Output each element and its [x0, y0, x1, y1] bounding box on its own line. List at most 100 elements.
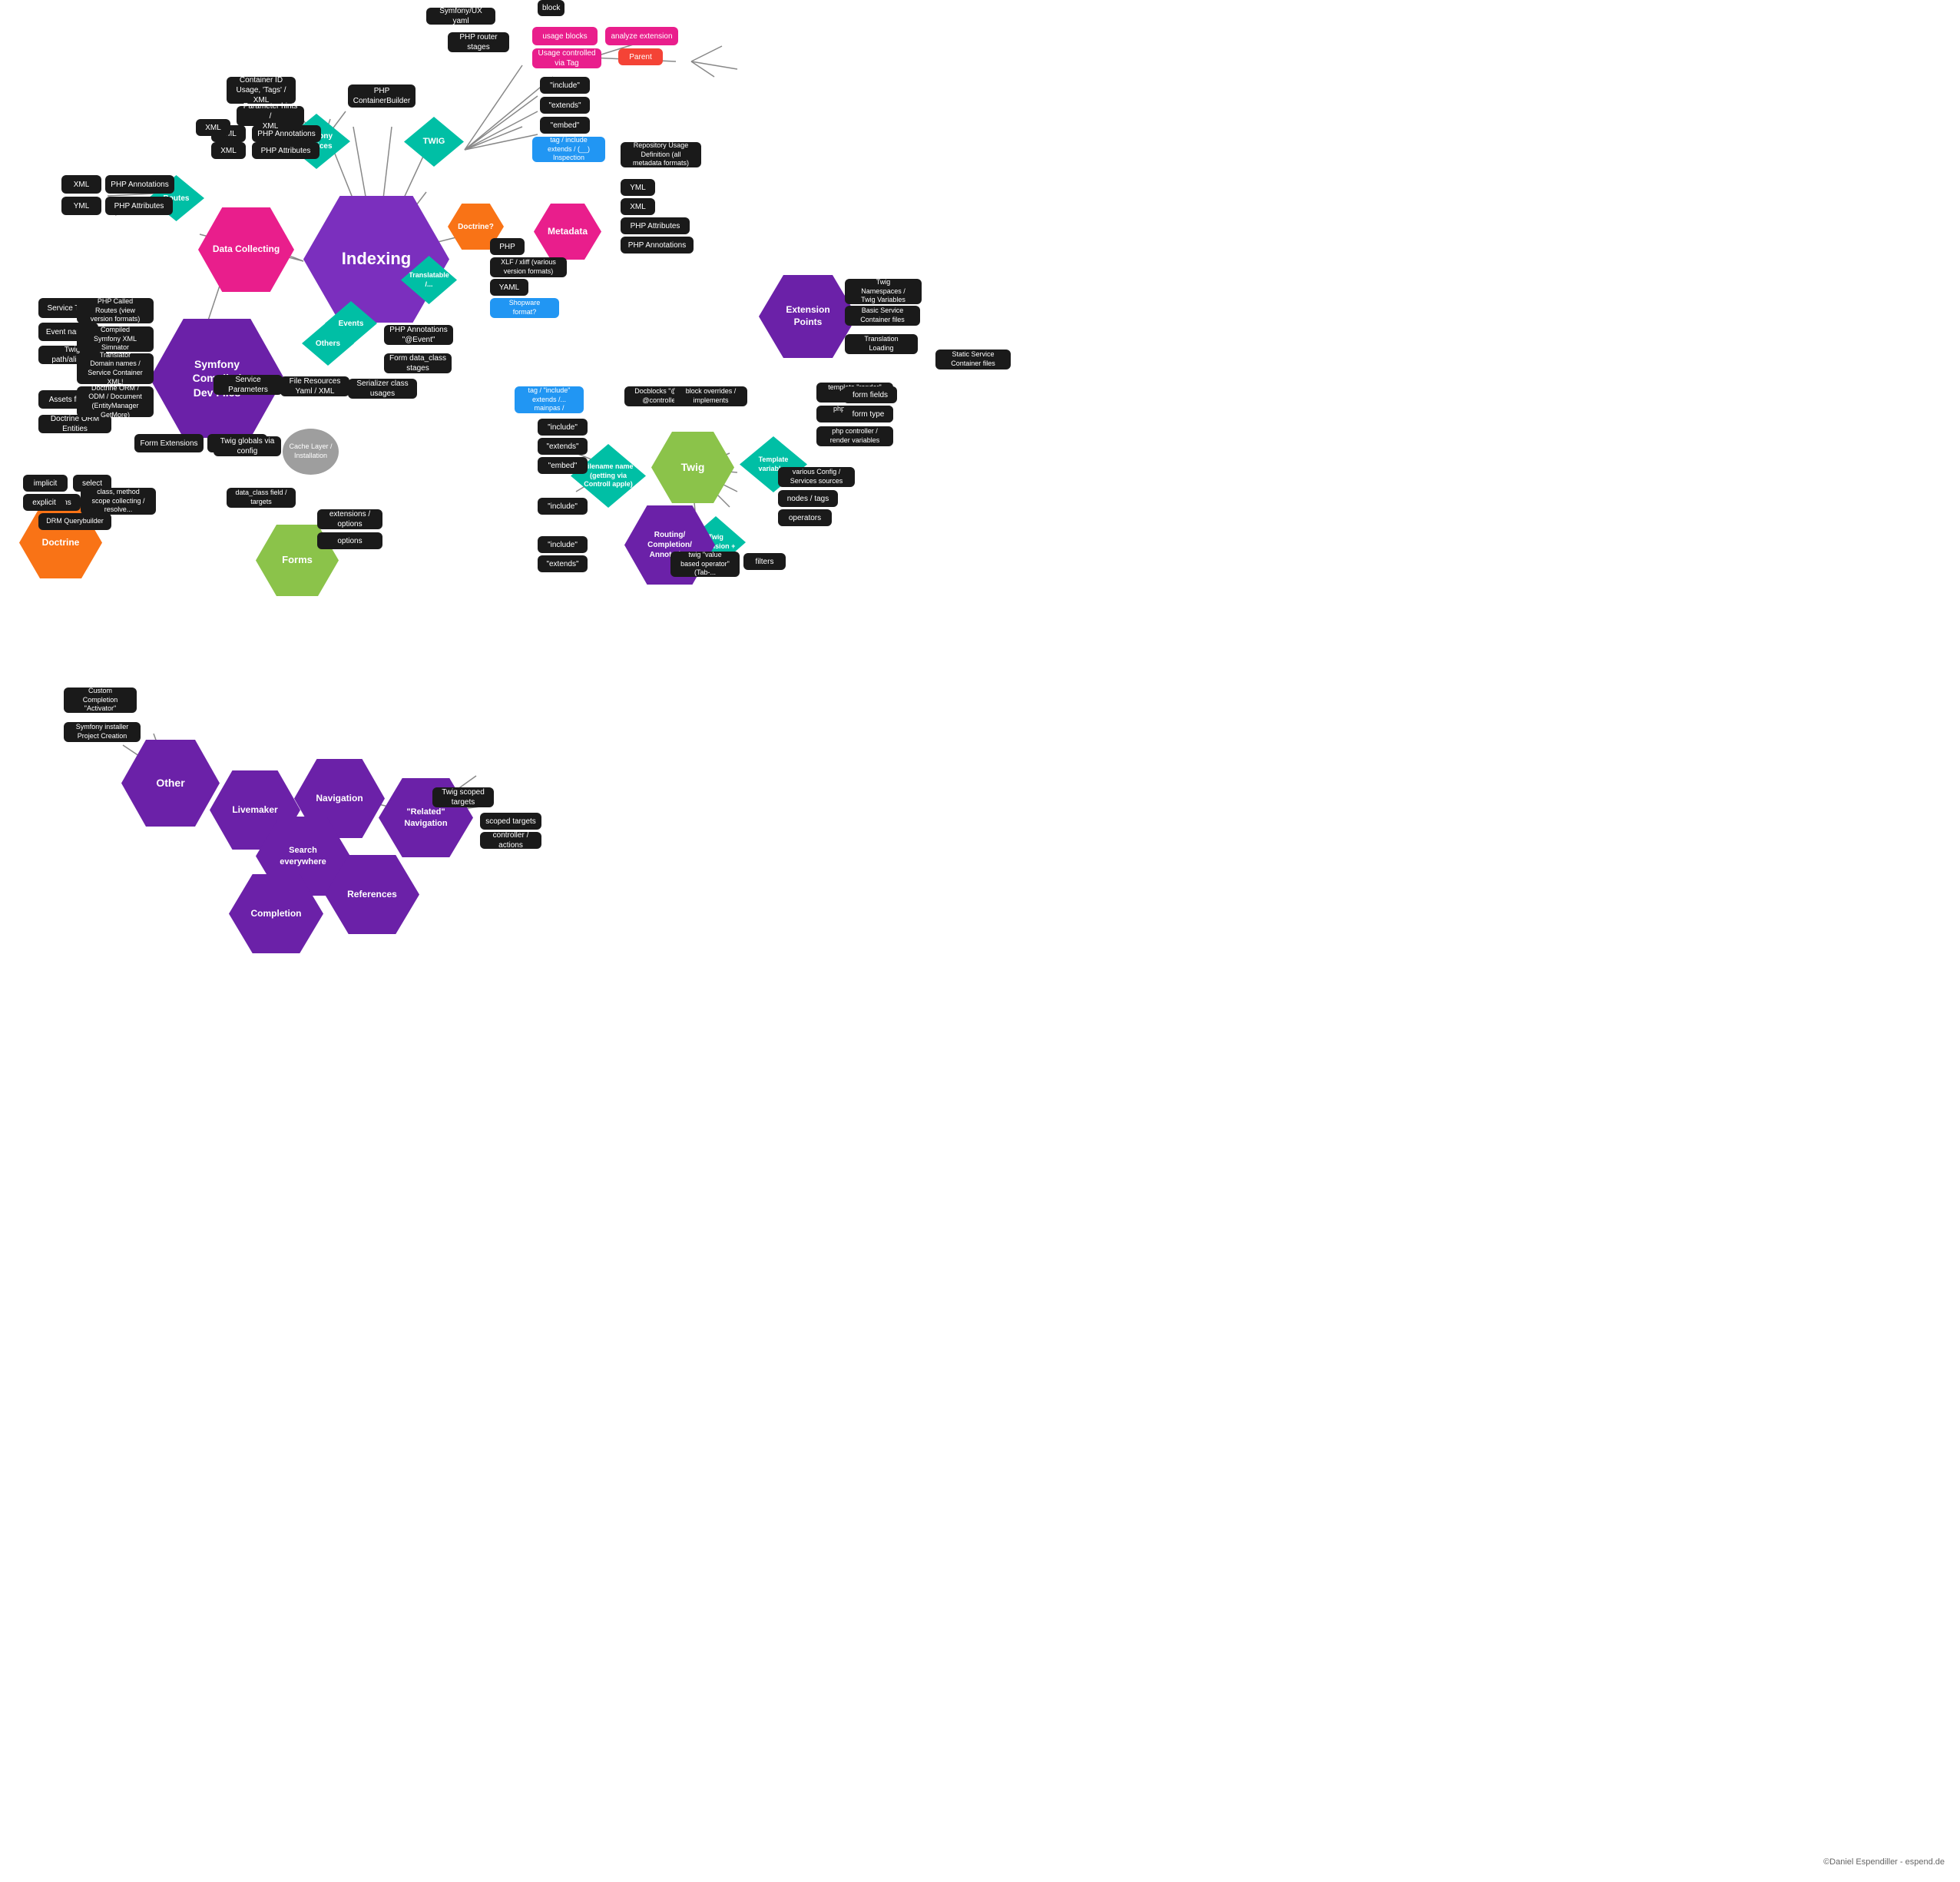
other-bottom-node[interactable]: Other	[121, 740, 220, 827]
twig-value-based-node: twig "valuebased operator"(Tab-...	[670, 552, 740, 577]
twig-diamond-node[interactable]: TWIG	[404, 117, 464, 167]
nodes-tags-node: nodes / tags	[778, 490, 838, 507]
implicit-node: implicit	[23, 475, 68, 492]
php-annotations-services: PHP Attributes	[252, 142, 319, 159]
type-options-label: options	[337, 536, 362, 546]
include-twig-1: "include"	[538, 419, 588, 436]
operators-node: operators	[778, 509, 832, 526]
references-label: References	[347, 889, 397, 901]
php-router-stages: PHP routerstages	[448, 32, 509, 52]
class-method-scope-node: class, methodscope collecting /resolve..…	[81, 488, 156, 515]
extends-routing-2: "extends"	[538, 555, 588, 572]
block-routing: block	[538, 0, 564, 16]
include-node-1: "include"	[540, 77, 590, 94]
data-class-fields-node: data_class field /targets	[227, 488, 296, 508]
other-bottom-label: Other	[156, 776, 184, 790]
extends-twig-1: "extends"	[538, 438, 588, 455]
php-attributes-metadata: PHP Attributes	[621, 217, 690, 234]
symfony-ux-yaml: Symfony/UX yaml	[426, 8, 495, 25]
explicit-node: explicit	[23, 494, 65, 511]
include-routing-2: "include"	[538, 536, 588, 553]
indexing-label: Indexing	[342, 248, 411, 270]
embed-node-1: "embed"	[540, 117, 590, 134]
data-collecting-node[interactable]: Data Collecting	[198, 207, 294, 292]
search-everywhere-label: Searcheverywhere	[280, 845, 326, 867]
copyright-label: ©Daniel Espendiller - espend.de	[1823, 1857, 1945, 1867]
yml-node-1: YML	[61, 197, 101, 215]
shopware-node: Shopwareformat?	[490, 298, 559, 318]
custom-completion-node: CustomCompletion"Activator"	[64, 688, 137, 713]
php-attributes-1: PHP Attributes	[105, 197, 173, 215]
php-annotations-metadata: PHP Annotations	[621, 237, 694, 253]
xlf-node: XLF / xliff (variousversion formats)	[490, 257, 567, 277]
doctrine-odm-node: Doctrine ORM /ODM / Document(EntityManag…	[77, 386, 154, 417]
scoped-targets-node: scoped targets	[480, 813, 541, 830]
scoped-targets-label: scoped targets	[485, 817, 536, 827]
twig-namespaces-node: TwigNamespaces /Twig Variables	[845, 279, 922, 304]
doctrine-small-label: Doctrine?	[458, 222, 494, 232]
navigation-label: Navigation	[316, 793, 363, 805]
controller-actions-node: controller /actions	[480, 832, 541, 849]
basic-service-container-node: Basic ServiceContainer files	[845, 306, 920, 326]
events-label: Events	[339, 319, 364, 329]
translation-loading-right: TranslationLoading	[845, 334, 918, 354]
repository-usage-node: Repository UsageDefinition (allmetadata …	[621, 142, 701, 167]
block-overrides-node: block overrides /implements	[674, 386, 747, 406]
livemaker-label: Livemaker	[232, 804, 277, 817]
parameter-hints-node: Parameter hints /XML	[237, 106, 304, 126]
serializer-node: Serializer classusages	[348, 379, 417, 399]
twig-main-label: Twig	[681, 460, 705, 474]
extension-points-node[interactable]: ExtensionPoints	[759, 275, 857, 358]
data-collecting-label: Data Collecting	[213, 244, 280, 256]
filename-label: Filename name(getting viaControll apple)	[583, 462, 633, 489]
cache-layer-node: Cache Layer /Installation	[283, 429, 339, 475]
include-routing-1: "include"	[538, 498, 588, 515]
various-config-node: various Config /Services sources	[778, 467, 855, 487]
symfony-installer-node: Symfony installerProject Creation	[64, 722, 141, 742]
tag-include-inspection: tag / includeextends / (__)Inspection	[532, 137, 605, 162]
analyze-extension-node: analyze extension	[605, 27, 678, 45]
copyright-text: ©Daniel Espendiller - espend.de	[1823, 1857, 1945, 1867]
completion-label: Completion	[251, 908, 302, 920]
xml-metadata: XML	[621, 198, 655, 215]
file-resources-node: File ResourcesYaml / XML	[280, 376, 349, 396]
twig-scoped-node: Twig scopedtargets	[432, 787, 494, 807]
filters-node: filters	[743, 553, 786, 570]
container-id-node: Container IDUsage, 'Tags' /XML	[227, 77, 296, 104]
twig-main-node[interactable]: Twig	[651, 432, 734, 503]
metadata-node[interactable]: Metadata	[534, 204, 601, 260]
type-options-node: options	[317, 532, 382, 549]
doctrine-label: Doctrine	[42, 537, 80, 549]
form-extensions-node: Form Extensions	[134, 434, 204, 452]
form-fields-node: form fields	[843, 386, 897, 403]
usage-controlled-node: Usage controlledvia Tag	[532, 48, 601, 68]
php-annotations-1: PHP Annotations	[105, 175, 174, 194]
drm-querybuilder-node: DRM Querybuilder	[38, 513, 111, 530]
embed-twig-1: "embed"	[538, 457, 588, 474]
xml-node-1: XML	[61, 175, 101, 194]
php-container-builder: PHPContainerBuilder	[348, 84, 416, 108]
php-controller-node: php controller /render variables	[816, 426, 893, 446]
extensions-options-label: extensions /options	[329, 509, 370, 529]
extends-node-1: "extends"	[540, 97, 590, 114]
usage-blocks-node: usage blocks	[532, 27, 598, 45]
translator-domain-node: TranslatorDomain names /Service Containe…	[77, 353, 154, 384]
php-node: PHP	[490, 238, 525, 255]
parent-node: Parent	[618, 48, 663, 65]
metadata-label: Metadata	[548, 226, 588, 238]
xml-symfony-services: XML	[196, 119, 230, 136]
related-nav-label: "Related"Navigation	[404, 807, 447, 829]
compiled-symfony-xml: CompiledSymfony XMLSimnator	[77, 326, 154, 352]
tag-include-blue-node: tag / "include"extends /...mainpas /	[515, 386, 584, 413]
translatable-label: Translatable/...	[409, 271, 449, 289]
xml-services: XML	[211, 142, 246, 159]
yml-metadata: YML	[621, 179, 655, 196]
extension-points-label: ExtensionPoints	[786, 304, 829, 328]
form-data-class-node: Form data_classstages	[384, 353, 452, 373]
form-type-node: form type	[843, 406, 893, 422]
php-annotations-event-node: PHP Annotations"@Event"	[384, 325, 453, 345]
twig-globals-node: Twig globals viaconfig	[214, 436, 281, 456]
yaml-node: YAML	[490, 279, 528, 296]
mind-map-canvas: Indexing SymfonyCompiledDev Files Data C…	[0, 0, 1960, 1882]
php-called-routes: PHP CalledRoutes (viewversion formats)	[77, 298, 154, 323]
